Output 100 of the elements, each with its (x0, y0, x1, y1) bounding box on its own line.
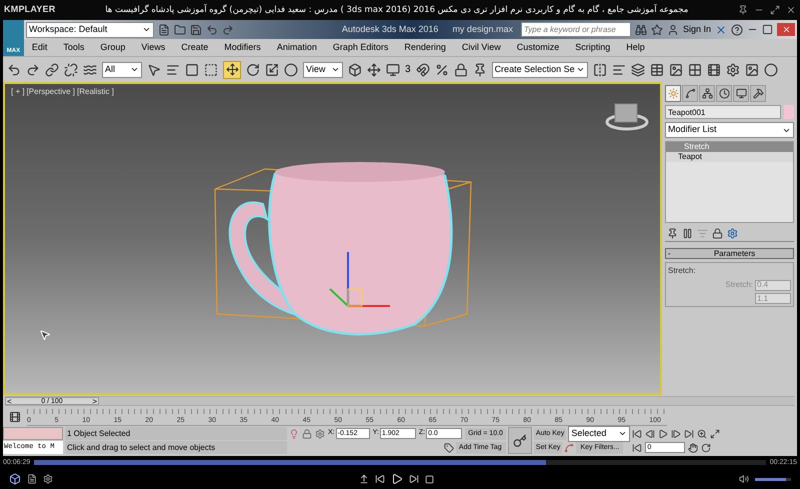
percent-icon[interactable] (434, 62, 449, 76)
sun-tab[interactable] (665, 85, 681, 102)
table-icon[interactable] (650, 62, 664, 76)
menu-item[interactable]: Create (181, 40, 208, 54)
binoculars-icon[interactable] (634, 24, 647, 36)
tag-icon[interactable] (444, 442, 454, 452)
menu-item[interactable]: Graph Editors (332, 40, 388, 54)
viewcube-drawing[interactable] (606, 104, 648, 130)
menu-item[interactable]: Civil View (462, 40, 501, 54)
seek-bar[interactable] (34, 460, 766, 466)
hammer-tab[interactable] (750, 85, 766, 102)
sphere-icon[interactable] (284, 62, 298, 76)
search-field[interactable]: Type a keyword or phrase (520, 22, 631, 37)
undo-icon[interactable] (7, 62, 21, 76)
menu-item[interactable]: Rendering (404, 40, 446, 54)
volume-icon[interactable] (739, 474, 749, 484)
list-icon[interactable] (166, 62, 180, 76)
stack-item[interactable]: Teapot (666, 152, 793, 162)
pin-icon[interactable] (667, 228, 678, 239)
viewport-label[interactable]: [ + ] (11, 86, 25, 98)
sign-in-link[interactable]: Sign In (682, 22, 711, 36)
object-name-field[interactable]: Teapot001 (665, 105, 781, 119)
prev-frame-button[interactable]: < (6, 398, 13, 404)
stop-icon[interactable] (424, 474, 434, 484)
folder-icon[interactable] (174, 24, 186, 36)
listener-input[interactable] (3, 427, 63, 440)
menu-item[interactable]: Group (100, 40, 126, 54)
workspace-dropdown[interactable]: Workspace: Default (26, 22, 154, 38)
menu-item[interactable]: Tools (63, 40, 84, 54)
rotate-icon[interactable] (246, 62, 260, 76)
star-icon[interactable] (650, 24, 663, 36)
new-file-icon[interactable] (158, 24, 170, 36)
x-icon[interactable] (715, 24, 727, 36)
viewport-label[interactable]: [Realistic ] (77, 86, 114, 98)
settings-icon[interactable] (43, 474, 53, 484)
selection-filter-dropdown[interactable]: All (102, 62, 142, 78)
viewport[interactable]: [ + ] [Perspective ] [Realistic ] (3, 82, 662, 395)
link-icon[interactable] (45, 62, 59, 76)
layers-icon[interactable] (630, 62, 645, 76)
unlink-icon[interactable] (64, 62, 78, 76)
transform-icon[interactable] (367, 62, 381, 76)
wave-icon[interactable] (83, 62, 97, 76)
help-icon[interactable] (731, 24, 743, 36)
playlist-icon[interactable] (27, 474, 37, 484)
bulb-icon[interactable] (289, 428, 299, 438)
pause-icon[interactable] (682, 228, 693, 239)
menu-item[interactable]: Edit (32, 40, 48, 54)
menu-item[interactable]: Help (626, 40, 645, 54)
pin-icon[interactable] (738, 5, 748, 15)
go-to-start-icon[interactable] (632, 428, 642, 438)
viewport-label[interactable]: [Perspective ] (26, 86, 76, 98)
modifier-list-dropdown[interactable]: Modifier List (665, 122, 794, 138)
zoom-extents-icon[interactable] (710, 428, 720, 438)
selection-set-dropdown[interactable]: Create Selection Se (492, 62, 588, 78)
close-icon[interactable] (786, 5, 796, 15)
move-button[interactable] (223, 60, 241, 78)
next-frame-icon[interactable] (671, 428, 682, 438)
maximize-icon[interactable] (762, 24, 773, 35)
magnet-icon[interactable] (416, 62, 430, 76)
close-button[interactable] (777, 23, 795, 36)
zoom-icon[interactable] (697, 428, 708, 438)
play-icon[interactable] (390, 473, 402, 485)
user-icon[interactable] (666, 24, 679, 36)
curve-tab[interactable] (682, 85, 698, 102)
clock-tab[interactable] (716, 85, 732, 102)
lock-icon[interactable] (302, 428, 312, 438)
scale-icon[interactable] (265, 62, 279, 76)
save-icon[interactable] (190, 24, 202, 36)
menu-item[interactable]: Animation (276, 40, 317, 54)
next-icon[interactable] (408, 474, 418, 484)
align-icon[interactable] (612, 62, 626, 76)
menu-item[interactable]: Modifiers (224, 40, 261, 54)
mirror-icon[interactable] (592, 62, 607, 76)
key-mode-dropdown[interactable]: Selected (568, 426, 630, 442)
rollout-header[interactable]: - Parameters (665, 248, 794, 259)
color-swatch[interactable] (784, 105, 794, 119)
undo-icon[interactable] (206, 24, 218, 36)
previous-frame-icon[interactable] (645, 428, 656, 438)
select-icon[interactable] (147, 62, 161, 76)
menu-item[interactable]: Scripting (575, 40, 610, 54)
menu-item[interactable]: Customize (516, 40, 560, 54)
go-to-end-icon[interactable] (684, 428, 694, 438)
caret-icon (142, 25, 151, 34)
play-icon[interactable] (658, 428, 668, 438)
next-frame-button[interactable]: > (91, 398, 98, 404)
maximize-icon[interactable] (770, 5, 780, 15)
hierarchy-tab[interactable] (699, 85, 715, 102)
previous-icon[interactable] (374, 474, 384, 484)
gear-icon[interactable] (726, 62, 740, 76)
modifier-stack[interactable]: Stretch Teapot (665, 141, 794, 223)
redo-icon[interactable] (26, 62, 40, 76)
redo-icon[interactable] (222, 24, 234, 36)
monitor-tab[interactable] (733, 85, 749, 102)
menu-item[interactable]: Views (141, 40, 166, 54)
curve-icon[interactable] (564, 442, 574, 452)
coordinate-dropdown[interactable]: View (303, 62, 343, 78)
key-button[interactable] (508, 427, 532, 454)
snap-toggle[interactable]: 3 (405, 62, 411, 77)
pan-icon[interactable] (688, 442, 698, 452)
lock-icon[interactable] (712, 228, 723, 239)
